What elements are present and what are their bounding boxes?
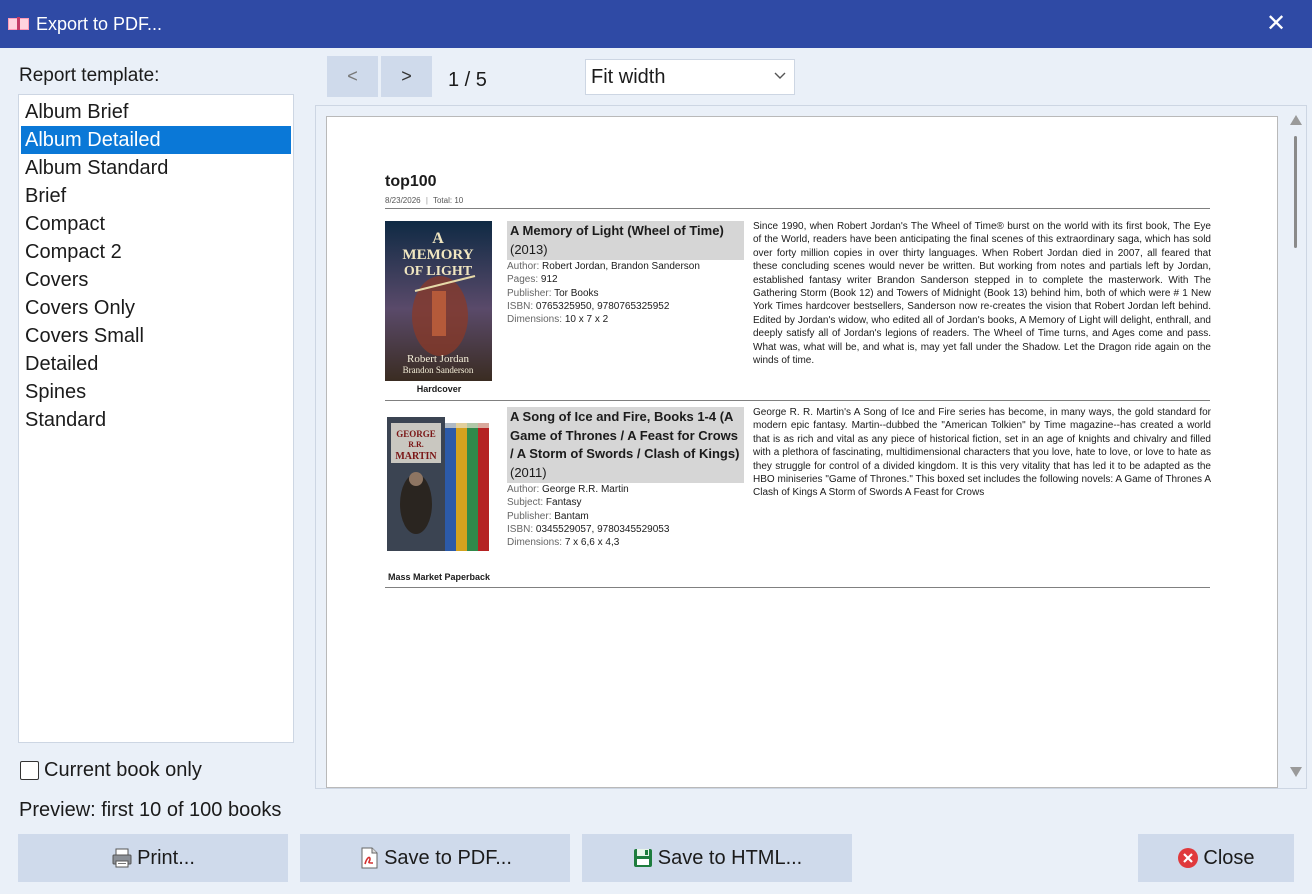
cover-author-george: GEORGE xyxy=(396,429,436,439)
prev-page-button[interactable]: < xyxy=(327,56,378,97)
book-divider xyxy=(385,587,1210,588)
report-header-rule xyxy=(385,208,1210,209)
field-value: 0345529057, 9780345529053 xyxy=(535,523,670,535)
title-bar: Export to PDF... ✕ xyxy=(0,0,1312,48)
book-format-caption: Hardcover xyxy=(416,384,462,394)
template-list[interactable]: Album Brief Album Detailed Album Standar… xyxy=(18,94,294,743)
preview-note: Preview: first 10 of 100 books xyxy=(19,799,282,821)
report-meta: 8/23/2026 | Total: 10 xyxy=(385,196,463,205)
cover-title-line1: A xyxy=(432,230,444,247)
save-to-pdf-button[interactable]: Save to PDF... xyxy=(300,834,570,882)
close-button-label: Close xyxy=(1203,846,1255,869)
print-button[interactable]: Print... xyxy=(18,834,288,882)
template-item-standard[interactable]: Standard xyxy=(21,406,291,434)
field-label: Dimensions: xyxy=(507,314,563,326)
cover-author-rr: R.R. xyxy=(408,440,424,449)
current-book-only-label[interactable]: Current book only xyxy=(44,759,202,782)
cover-author-line2: Brandon Sanderson xyxy=(403,365,474,375)
book-title-block: A Memory of Light (Wheel of Time) (2013) xyxy=(507,221,744,260)
template-item-covers-only[interactable]: Covers Only xyxy=(21,294,291,322)
save-to-html-button[interactable]: Save to HTML... xyxy=(582,834,852,882)
template-label: Report template: xyxy=(19,65,160,86)
vertical-scrollbar-thumb[interactable] xyxy=(1294,136,1297,248)
template-item-album-standard[interactable]: Album Standard xyxy=(21,154,291,182)
field-label: Author: xyxy=(507,484,540,495)
field-label: Publisher: xyxy=(507,287,552,299)
scroll-down-arrow-icon[interactable] xyxy=(1289,766,1303,778)
field-value: 10 x 7 x 2 xyxy=(564,314,609,326)
field-label: ISBN: xyxy=(507,300,534,312)
zoom-select[interactable]: Fit width xyxy=(585,59,795,95)
template-item-spines[interactable]: Spines xyxy=(21,378,291,406)
report-total: Total: 10 xyxy=(432,196,464,205)
book-description: George R. R. Martin's A Song of Ice and … xyxy=(753,407,1211,499)
books-icon xyxy=(8,17,29,30)
current-book-only-option[interactable]: Current book only xyxy=(20,758,202,782)
book-divider xyxy=(385,400,1210,401)
close-circle-icon xyxy=(1178,848,1199,868)
field-value: Robert Jordan, Brandon Sanderson xyxy=(542,261,700,272)
cover-author-line1: Robert Jordan xyxy=(407,353,470,365)
chevron-down-icon xyxy=(774,72,786,79)
report-date: 8/23/2026 xyxy=(385,196,421,205)
template-item-brief[interactable]: Brief xyxy=(21,182,291,210)
book-description: Since 1990, when Robert Jordan's The Whe… xyxy=(753,221,1211,367)
report-title: top100 xyxy=(385,173,437,190)
current-book-only-checkbox[interactable] xyxy=(20,760,39,780)
field-value: 912 xyxy=(540,274,558,286)
book-year: (2013) xyxy=(510,241,548,257)
template-item-compact-2[interactable]: Compact 2 xyxy=(21,238,291,266)
report-separator: | xyxy=(425,196,428,205)
next-page-button[interactable]: > xyxy=(381,56,432,97)
field-value: 0765325950, 9780765325952 xyxy=(535,300,670,312)
template-item-covers-small[interactable]: Covers Small xyxy=(21,322,291,350)
zoom-select-value: Fit width xyxy=(591,66,666,88)
book-fields: Author: George R.R. Martin Subject: Fant… xyxy=(507,483,747,549)
preview-viewport[interactable]: top100 8/23/2026 | Total: 10 A MEMORY OF… xyxy=(315,105,1307,789)
field-value: 7 x 6,6 x 4,3 xyxy=(564,537,620,549)
save-disk-icon xyxy=(633,849,652,867)
book-year: (2011) xyxy=(510,464,547,480)
book-fields: Author: Robert Jordan, Brandon Sanderson… xyxy=(507,260,747,326)
save-to-pdf-button-label: Save to PDF... xyxy=(384,846,512,869)
field-value: George R.R. Martin xyxy=(542,484,629,495)
template-item-album-brief[interactable]: Album Brief xyxy=(21,98,291,126)
book-cover-memory-of-light: A MEMORY OF LIGHT Robert Jordan Brandon … xyxy=(385,221,492,381)
pdf-icon xyxy=(361,847,378,869)
template-item-compact[interactable]: Compact xyxy=(21,210,291,238)
book-cover-song-of-ice-and-fire: GEORGE R.R. MARTIN xyxy=(385,409,492,559)
book-title: A Memory of Light (Wheel of Time) xyxy=(510,223,724,238)
field-value: Bantam xyxy=(554,510,589,522)
printer-icon xyxy=(112,848,132,868)
close-button[interactable]: Close xyxy=(1138,834,1294,882)
template-item-album-detailed[interactable]: Album Detailed xyxy=(21,126,291,154)
field-label: Publisher: xyxy=(507,510,552,522)
template-item-covers[interactable]: Covers xyxy=(21,266,291,294)
field-label: ISBN: xyxy=(507,523,534,535)
cover-title-line3: OF LIGHT xyxy=(404,264,473,279)
save-to-html-button-label: Save to HTML... xyxy=(657,846,803,869)
field-value: Tor Books xyxy=(554,287,599,299)
print-button-label: Print... xyxy=(137,846,195,869)
report-page: top100 8/23/2026 | Total: 10 A MEMORY OF… xyxy=(326,116,1278,788)
book-title: A Song of Ice and Fire, Books 1-4 (A Gam… xyxy=(510,409,740,461)
book-title-block: A Song of Ice and Fire, Books 1-4 (A Gam… xyxy=(507,407,744,483)
field-label: Pages: xyxy=(507,274,539,286)
window-close-icon[interactable]: ✕ xyxy=(1262,10,1290,38)
field-label: Dimensions: xyxy=(507,537,563,549)
window-title: Export to PDF... xyxy=(36,14,163,34)
scroll-up-arrow-icon[interactable] xyxy=(1289,114,1303,126)
field-value: Fantasy xyxy=(545,497,582,509)
cover-author-martin: MARTIN xyxy=(395,451,437,462)
cover-title-line2: MEMORY xyxy=(402,247,473,263)
field-label: Subject: xyxy=(507,497,544,509)
template-item-detailed[interactable]: Detailed xyxy=(21,350,291,378)
field-label: Author: xyxy=(507,261,540,272)
book-format-caption: Mass Market Paperback xyxy=(387,572,491,582)
page-counter: 1 / 5 xyxy=(448,69,487,91)
